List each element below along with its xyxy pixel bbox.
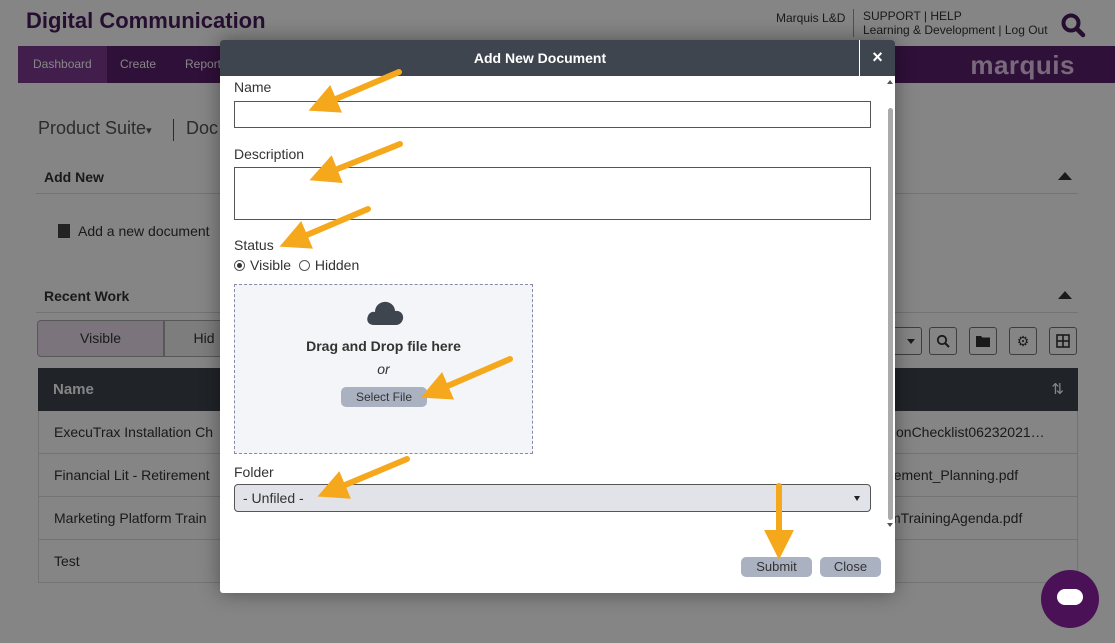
status-radio-group: Visible Hidden (234, 257, 359, 273)
description-field[interactable] (234, 167, 871, 220)
name-field[interactable] (234, 101, 871, 128)
close-button[interactable]: Close (820, 557, 881, 577)
modal-header: Add New Document × (220, 40, 895, 76)
dropzone-or: or (377, 361, 390, 377)
modal-scrollbar[interactable] (885, 76, 895, 532)
modal-title: Add New Document (473, 50, 607, 66)
close-icon[interactable]: × (859, 40, 895, 76)
folder-select-value: - Unfiled - (243, 490, 304, 506)
select-file-button[interactable]: Select File (341, 387, 427, 407)
file-dropzone[interactable]: Drag and Drop file here or Select File (234, 284, 533, 454)
folder-label: Folder (234, 464, 274, 480)
submit-button[interactable]: Submit (741, 557, 812, 577)
chat-launcher[interactable] (1041, 570, 1099, 628)
status-visible-radio[interactable] (234, 260, 245, 271)
folder-select[interactable]: - Unfiled - (234, 484, 871, 512)
chevron-down-icon (854, 496, 860, 501)
scroll-up-icon[interactable] (887, 80, 893, 84)
status-label: Status (234, 237, 274, 253)
scroll-thumb[interactable] (888, 108, 893, 520)
description-label: Description (234, 146, 305, 162)
status-hidden-radio[interactable] (298, 260, 310, 271)
add-document-modal: Add New Document × Name Description Stat… (220, 40, 895, 593)
status-visible-label[interactable]: Visible (250, 257, 291, 273)
status-hidden-label[interactable]: Hidden (315, 257, 359, 273)
name-label: Name (234, 79, 272, 95)
scroll-down-icon[interactable] (887, 523, 893, 527)
dropzone-title: Drag and Drop file here (306, 338, 461, 354)
cloud-icon (367, 301, 404, 325)
chat-icon (1057, 589, 1083, 605)
